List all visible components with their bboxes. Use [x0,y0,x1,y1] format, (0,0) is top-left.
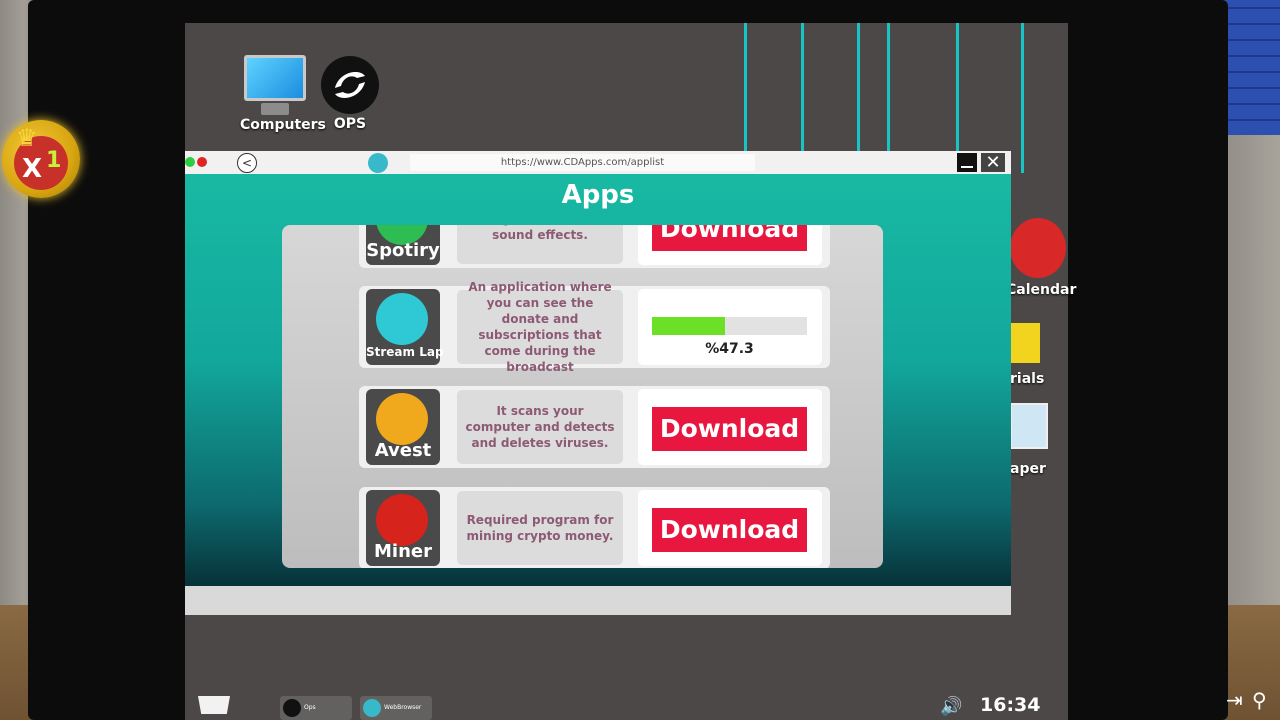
wallpaper-icon[interactable] [1010,403,1048,449]
url-bar[interactable]: https://www.CDApps.com/applist [410,154,755,171]
desktop-icon-label: Computers [240,117,326,133]
download-button[interactable]: Download [652,225,807,251]
app-list[interactable]: Spotiry with great music and sound effec… [282,225,883,568]
app-action: Download [638,225,822,265]
window-dot-red[interactable] [197,157,207,167]
app-description: An application where you can see the don… [457,280,623,374]
download-progress-fill [652,317,726,335]
pickaxe-icon [376,494,428,546]
download-button[interactable]: Download [652,508,807,552]
app-action: Download [638,490,822,566]
download-progress-text: %47.3 [705,341,754,357]
app-icon-box: Stream Lap [366,289,444,365]
app-row-stream-lap: Stream Lap An application where you can … [359,280,830,374]
volume-icon[interactable]: 🔊 [940,696,962,717]
desktop-icon-calendar-label: Calendar [1006,282,1077,298]
app-icon-box: Miner [366,490,440,566]
page-title: Apps [561,180,635,210]
ops-logo-icon [321,56,379,114]
app-name: Avest [374,440,432,461]
window-dot-green[interactable] [185,157,195,167]
app-description: Required program for mining crypto money… [457,491,623,565]
desktop-icon-computers[interactable]: Computers [240,55,326,133]
close-button[interactable]: ✕ [981,153,1005,172]
app-row-miner: Miner Required program for mining crypto… [359,487,830,568]
minimize-button[interactable] [957,153,977,172]
exit-icon[interactable]: ⇥ [1226,688,1243,712]
download-button[interactable]: Download [652,407,807,451]
globe-icon [363,699,381,717]
taskbar-item-webbrowser[interactable]: WebBrowser [360,696,432,720]
room-bricks [1220,0,1280,135]
app-description: with great music and sound effects. [457,225,623,264]
crown-icon: ♛ [16,124,38,152]
app-row-spotiry: Spotiry with great music and sound effec… [359,225,830,268]
taskbar-item-label: WebBrowser [384,704,422,711]
desktop-icon-label: OPS [333,116,367,132]
app-icon-box: Avest [366,389,440,465]
download-progress-bar [652,317,807,335]
app-icon-box: Spotiry [366,225,440,265]
back-button[interactable]: < [237,153,257,173]
game-level-badge: ♛ X 1 [2,120,80,198]
desktop-icon-ops[interactable]: OPS [318,56,382,132]
app-action: %47.3 [638,289,822,365]
computer-base [261,103,289,115]
clock: 16:34 [980,694,1041,716]
desktop-icon-wallpaper-label: aper [1010,461,1046,477]
search-icon[interactable]: ⚲ [1252,688,1267,712]
app-description: It scans your computer and detects and d… [457,390,623,464]
taskbar: Ops WebBrowser 🔊 16:34 [185,690,1068,720]
calendar-icon[interactable] [1010,218,1066,278]
app-row-avest: Avest It scans your computer and detects… [359,386,830,468]
browser-content: Apps Spotiry with great music and sound … [185,174,1011,586]
app-name: Miner [374,541,432,562]
start-button[interactable] [198,696,230,714]
ops-logo-icon [283,699,301,717]
badge-prefix: X [22,154,43,184]
taskbar-item-ops[interactable]: Ops [280,696,352,720]
app-action: Download [638,389,822,465]
desktop-icon-tutorials-label: rials [1010,371,1045,387]
browser-titlebar: < https://www.CDApps.com/applist ✕ [185,151,1011,175]
app-name: Stream Lap [366,345,444,359]
app-name: Spotiry [366,240,440,261]
browser-window: < https://www.CDApps.com/applist ✕ Apps … [185,151,1011,615]
virus-icon [376,393,428,445]
folder-icon[interactable] [1010,323,1040,363]
taskbar-item-label: Ops [304,704,316,711]
badge-count: 1 [46,148,62,173]
cable [1021,23,1024,173]
browser-footer [185,586,1011,615]
globe-icon [368,153,388,173]
computer-icon [244,55,306,101]
wifi-icon [376,293,428,345]
